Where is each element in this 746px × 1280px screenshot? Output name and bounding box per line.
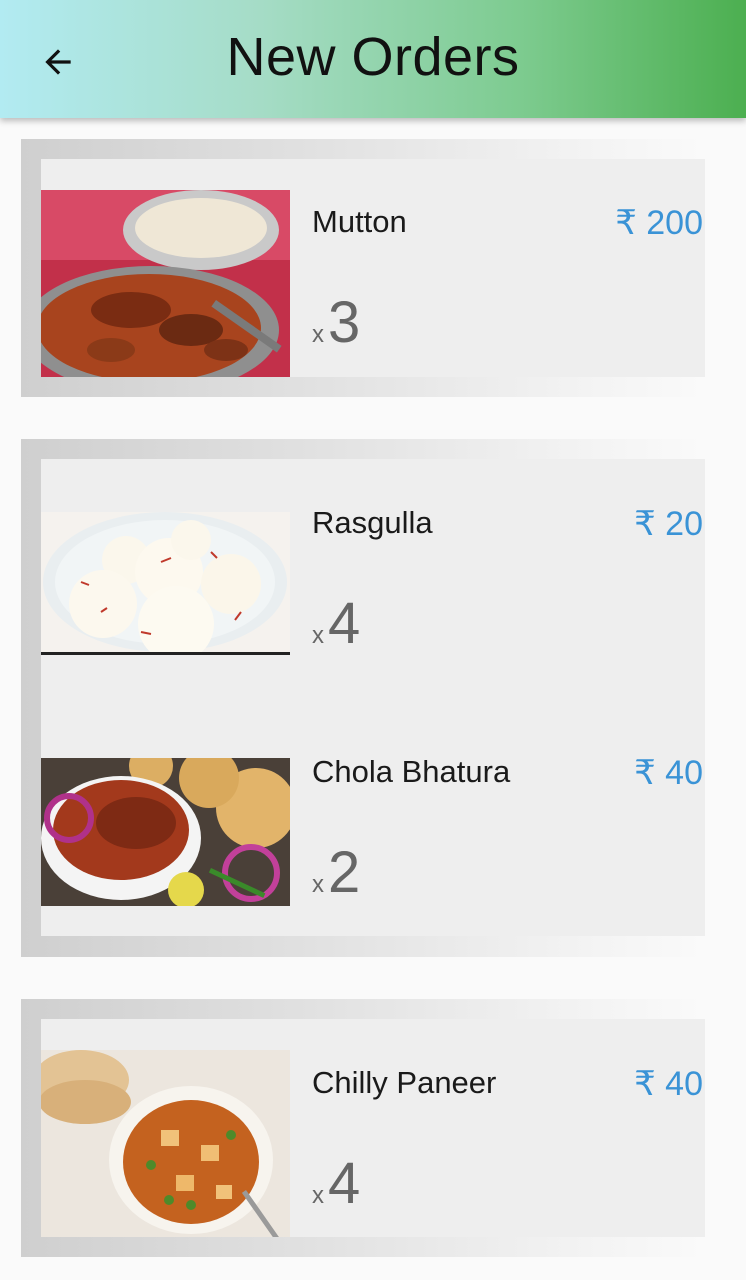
- quantity-value: 4: [328, 1151, 361, 1216]
- quantity-prefix: x: [312, 1182, 324, 1209]
- page-title: New Orders: [226, 27, 520, 87]
- quantity-value: 2: [328, 840, 361, 905]
- quantity-prefix: x: [312, 622, 324, 649]
- order-card[interactable]: Chilly Paneer ₹ 40 x4: [21, 999, 705, 1257]
- quantity-value: 4: [328, 591, 361, 656]
- item-price: ₹ 40: [634, 1065, 703, 1103]
- order-items-panel: Chilly Paneer ₹ 40 x4: [41, 1019, 705, 1237]
- order-item[interactable]: Mutton ₹ 200 x3: [41, 159, 705, 377]
- quantity-prefix: x: [312, 321, 324, 348]
- app-bar: New Orders: [0, 0, 746, 118]
- food-image-rasgulla: [41, 512, 290, 655]
- item-name: Rasgulla: [312, 505, 433, 540]
- order-item[interactable]: Chilly Paneer ₹ 40 x4: [41, 1019, 705, 1237]
- item-price: ₹ 200: [615, 204, 703, 242]
- item-name: Mutton: [312, 204, 407, 239]
- order-item[interactable]: Rasgulla ₹ 20 x4: [41, 459, 705, 699]
- food-image-chilly-paneer: [41, 1050, 290, 1237]
- item-price: ₹ 20: [634, 505, 703, 543]
- item-name: Chola Bhatura: [312, 754, 511, 789]
- item-quantity: x2: [312, 839, 360, 906]
- order-item[interactable]: Chola Bhatura ₹ 40 x2: [41, 699, 705, 936]
- quantity-prefix: x: [312, 871, 324, 898]
- food-image-chola-bhatura: [41, 758, 290, 906]
- order-card[interactable]: Rasgulla ₹ 20 x4 Chola Bhatura ₹ 40 x2: [21, 439, 705, 957]
- order-items-panel: Rasgulla ₹ 20 x4 Chola Bhatura ₹ 40 x2: [41, 459, 705, 936]
- item-quantity: x3: [312, 289, 360, 356]
- food-image-mutton: [41, 190, 290, 377]
- quantity-value: 3: [328, 290, 361, 355]
- item-quantity: x4: [312, 590, 360, 657]
- item-name: Chilly Paneer: [312, 1065, 497, 1100]
- order-items-panel: Mutton ₹ 200 x3: [41, 159, 705, 377]
- order-card[interactable]: Mutton ₹ 200 x3: [21, 139, 705, 397]
- item-quantity: x4: [312, 1150, 360, 1217]
- item-price: ₹ 40: [634, 754, 703, 792]
